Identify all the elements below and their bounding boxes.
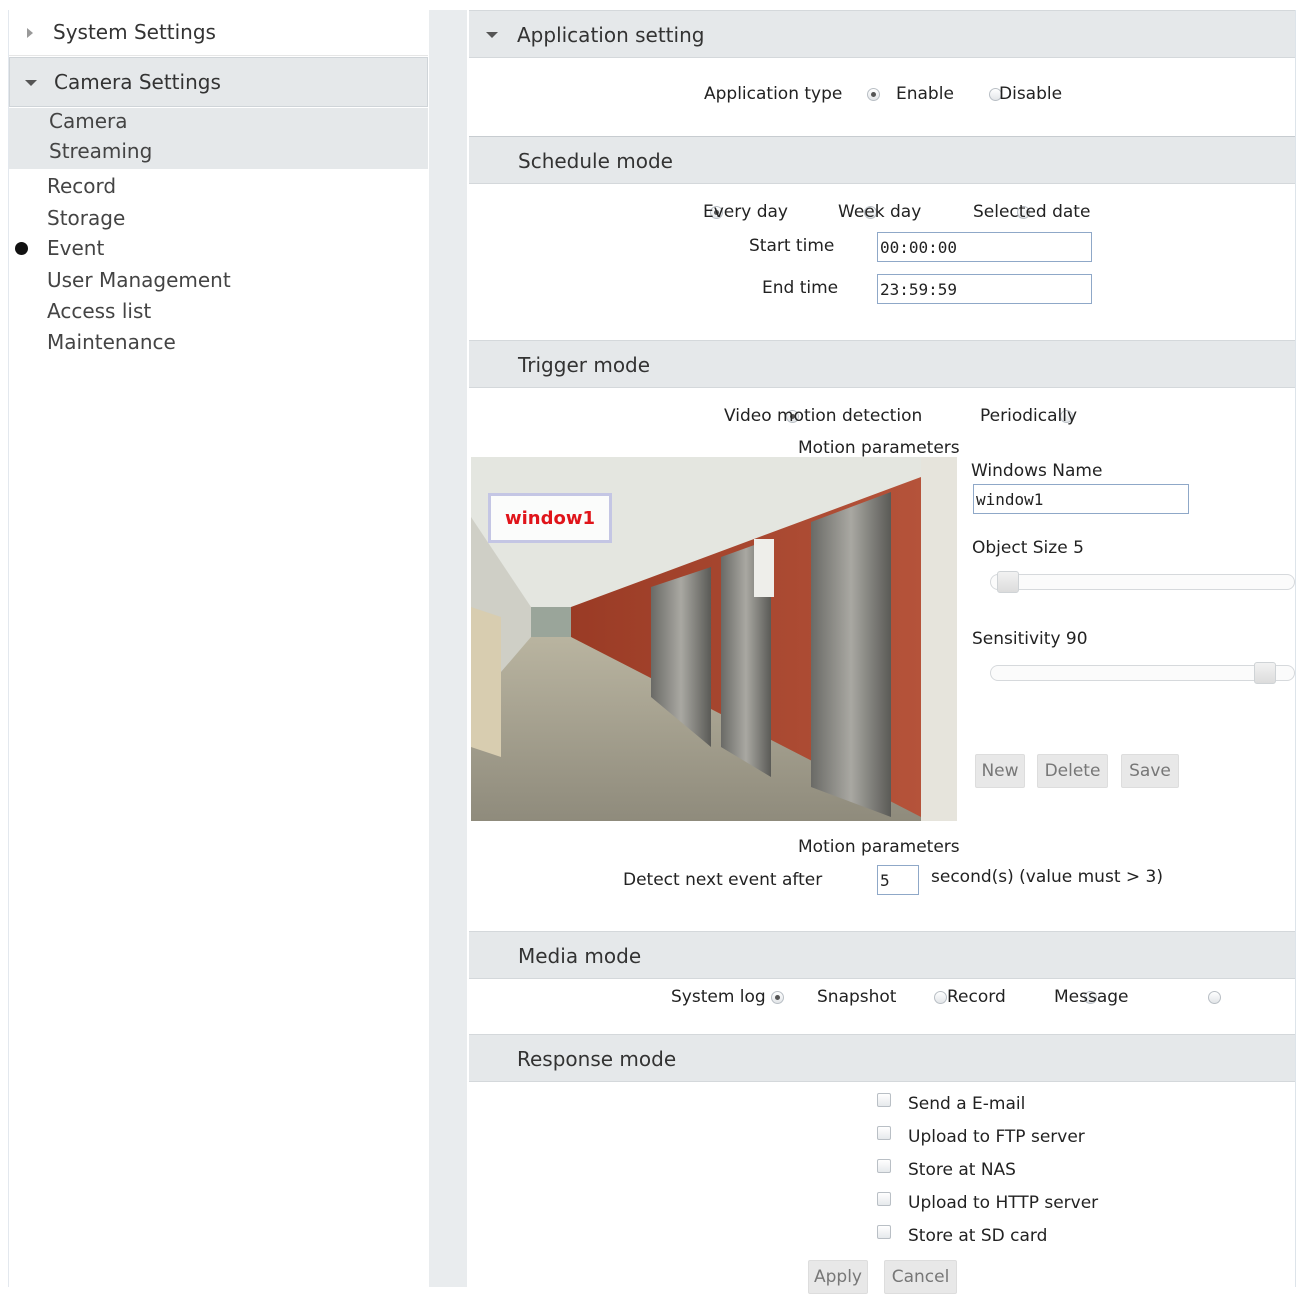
snapshot-radio[interactable] [934, 990, 948, 1004]
application-setting-header[interactable]: Application setting [469, 10, 1295, 58]
motion-window-label: window1 [505, 508, 596, 529]
snapshot-label: Snapshot [817, 987, 897, 1007]
schedule-mode-title: Schedule mode [518, 149, 673, 173]
sidebar: System Settings Camera Settings Camera S… [8, 10, 429, 1287]
sidebar-item-access-list[interactable]: Access list [47, 299, 151, 323]
sidebar-item-user-management[interactable]: User Management [47, 268, 231, 292]
upload-http-checkbox[interactable] [877, 1192, 891, 1206]
sidebar-item-event[interactable]: Event [47, 236, 104, 260]
send-email-checkbox[interactable] [877, 1093, 891, 1107]
start-time-label: Start time [749, 236, 835, 256]
store-nas-label: Store at NAS [908, 1160, 1016, 1180]
active-bullet-icon [15, 242, 28, 255]
every-day-label: Every day [703, 202, 788, 222]
gutter [429, 10, 467, 1287]
end-time-input[interactable] [877, 274, 1092, 304]
trigger-mode-title: Trigger mode [518, 353, 651, 377]
store-sd-label: Store at SD card [908, 1226, 1048, 1246]
sidebar-item-camera[interactable]: Camera [49, 109, 128, 133]
motion-parameters-heading-2: Motion parameters [798, 837, 960, 857]
application-setting-title: Application setting [517, 23, 705, 47]
upload-http-label: Upload to HTTP server [908, 1193, 1099, 1213]
sensitivity-slider[interactable] [990, 665, 1295, 681]
sidebar-camera-settings[interactable]: Camera Settings [9, 57, 428, 107]
response-mode-header: Response mode [469, 1034, 1295, 1082]
motion-parameters-heading: Motion parameters [798, 438, 960, 458]
disable-label: Disable [999, 84, 1063, 104]
object-size-slider[interactable] [990, 574, 1295, 590]
sidebar-camera-settings-label: Camera Settings [54, 70, 221, 94]
cancel-button[interactable]: Cancel [884, 1260, 957, 1294]
trigger-mode-header: Trigger mode [469, 340, 1295, 388]
schedule-mode-header: Schedule mode [469, 136, 1295, 184]
media-mode-header: Media mode [469, 931, 1295, 979]
sidebar-item-storage[interactable]: Storage [47, 206, 125, 230]
sensitivity-label: Sensitivity 90 [972, 629, 1088, 649]
store-sd-checkbox[interactable] [877, 1225, 891, 1239]
start-time-input[interactable] [877, 232, 1092, 262]
video-motion-label: Video motion detection [724, 406, 923, 426]
main-panel: Application setting Application type Ena… [467, 10, 1296, 1294]
windows-name-input[interactable] [973, 484, 1189, 514]
system-log-radio[interactable] [770, 990, 784, 1004]
media-mode-title: Media mode [518, 944, 642, 968]
sidebar-item-maintenance[interactable]: Maintenance [47, 330, 176, 354]
end-time-label: End time [762, 278, 839, 298]
sidebar-system-settings-label: System Settings [53, 20, 216, 44]
sidebar-system-settings[interactable]: System Settings [9, 10, 428, 56]
collapse-icon [486, 32, 498, 38]
week-day-label: Week day [838, 202, 922, 222]
message-label: Message [1054, 987, 1129, 1007]
store-nas-checkbox[interactable] [877, 1159, 891, 1173]
save-button[interactable]: Save [1121, 754, 1179, 788]
object-size-handle[interactable] [997, 571, 1019, 593]
motion-window-overlay[interactable]: window1 [488, 493, 612, 543]
response-mode-title: Response mode [517, 1047, 677, 1071]
selected-date-label: Selected date [973, 202, 1091, 222]
windows-name-label: Windows Name [971, 461, 1103, 481]
record-label: Record [947, 987, 1006, 1007]
enable-label: Enable [896, 84, 954, 104]
delete-button[interactable]: Delete [1037, 754, 1108, 788]
periodically-label: Periodically [980, 406, 1078, 426]
collapse-icon [25, 80, 37, 86]
send-email-label: Send a E-mail [908, 1094, 1026, 1114]
sensitivity-handle[interactable] [1254, 662, 1276, 684]
camera-submenu: Camera Streaming [9, 108, 428, 169]
system-log-label: System log [671, 987, 766, 1007]
apply-button[interactable]: Apply [808, 1260, 868, 1294]
message-radio[interactable] [1208, 990, 1222, 1004]
object-size-label: Object Size 5 [972, 538, 1084, 558]
new-button[interactable]: New [975, 754, 1025, 788]
enable-radio[interactable] [867, 87, 880, 101]
camera-preview[interactable]: window1 [471, 457, 957, 821]
detect-next-event-suffix: second(s) (value must > 3) [931, 867, 1163, 887]
camera-menu-list: Record Storage Event User Management Acc… [9, 170, 428, 360]
expand-icon [27, 28, 33, 38]
detect-next-event-label: Detect next event after [623, 870, 823, 890]
upload-ftp-label: Upload to FTP server [908, 1127, 1085, 1147]
upload-ftp-checkbox[interactable] [877, 1126, 891, 1140]
sidebar-item-record[interactable]: Record [47, 174, 116, 198]
detect-next-event-input[interactable] [877, 865, 919, 895]
sidebar-item-streaming[interactable]: Streaming [49, 139, 152, 163]
application-type-label: Application type [704, 84, 843, 104]
